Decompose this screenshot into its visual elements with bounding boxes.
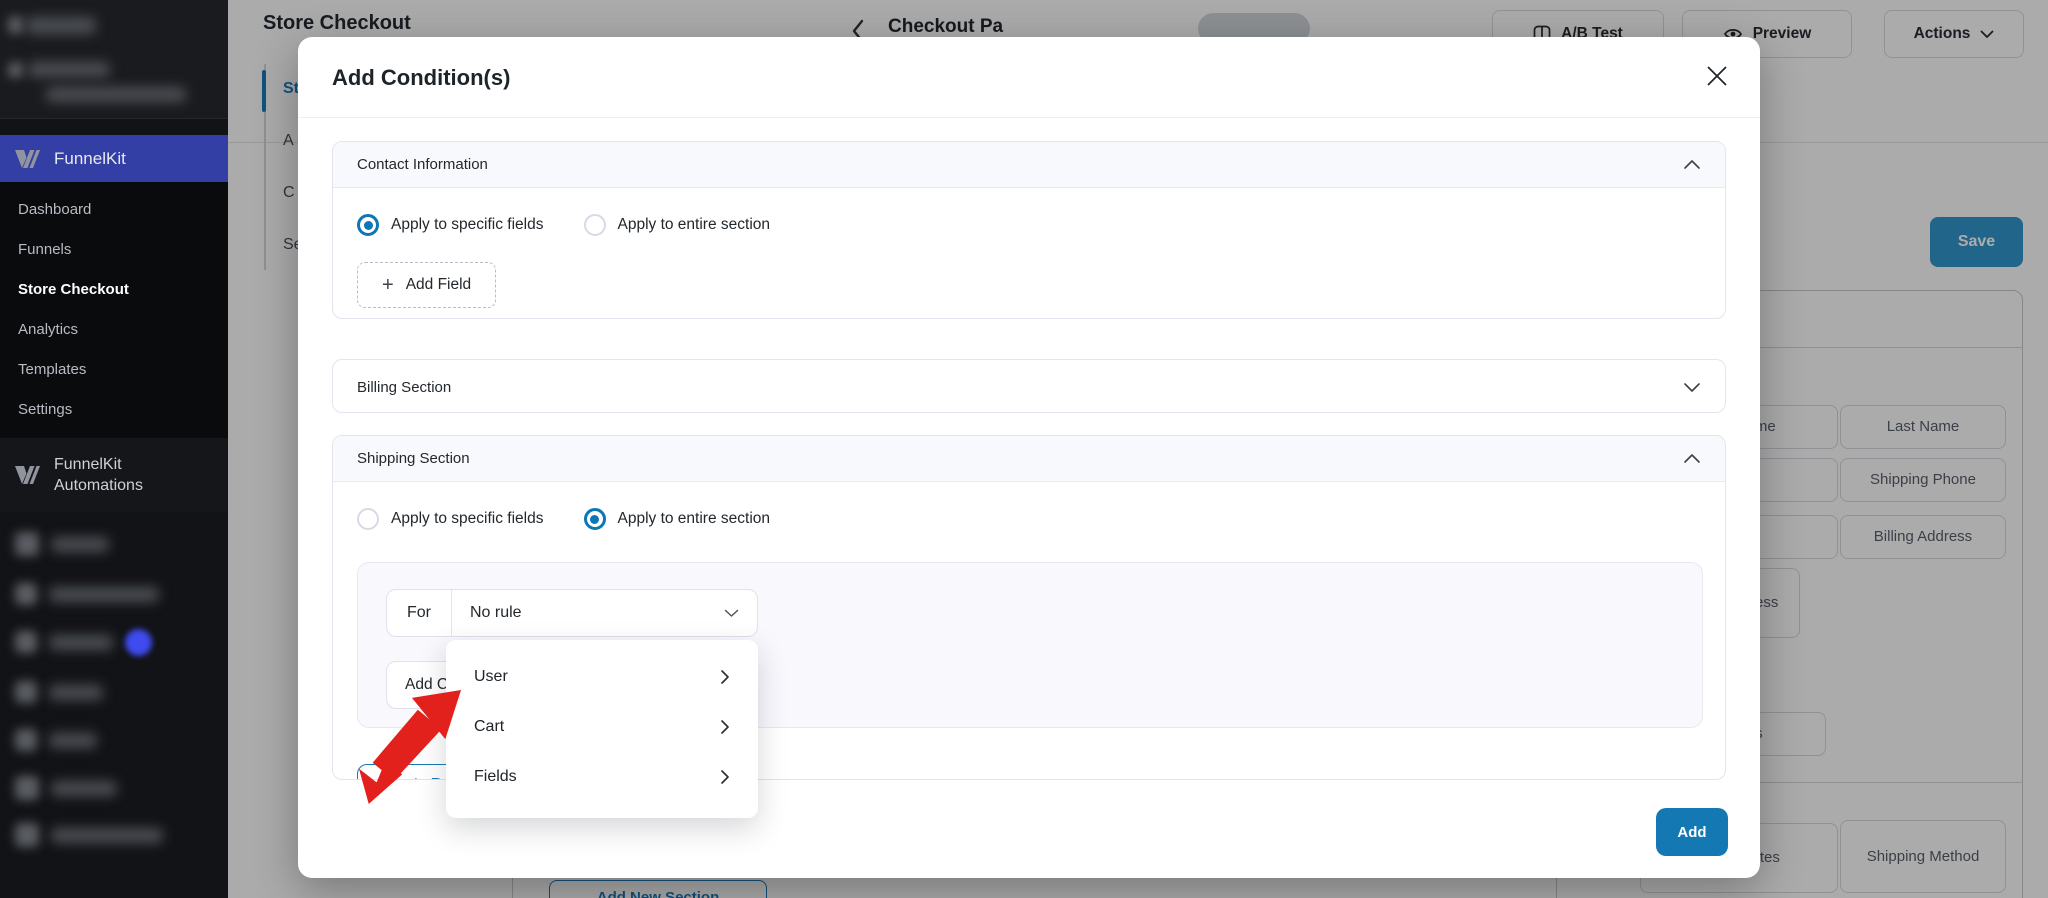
blurred-icon: [8, 62, 23, 78]
menu-item-user[interactable]: User: [446, 652, 758, 702]
rule-select[interactable]: No rule: [452, 604, 757, 622]
section-title: Contact Information: [357, 156, 488, 173]
menu-item-label: User: [474, 668, 508, 685]
blurred-menu-item[interactable]: [0, 768, 228, 808]
chevron-down-icon[interactable]: [1683, 382, 1701, 393]
chevron-right-icon: [720, 719, 730, 735]
funnelkit-logo-icon: [14, 465, 41, 485]
chevron-right-icon: [720, 669, 730, 685]
sidebar-item-funnelkit-automations[interactable]: FunnelKit Automations: [0, 438, 228, 512]
add-conditions-modal: Add Condition(s) Contact Information App…: [298, 37, 1760, 878]
radio-apply-entire-section[interactable]: [583, 214, 606, 236]
section-title: Shipping Section: [357, 450, 470, 467]
add-button[interactable]: Add: [1656, 808, 1728, 856]
sidebar-item-funnelkit[interactable]: FunnelKit: [0, 135, 228, 182]
app-root: Store Checkout Checkout Pa A/B Test Prev…: [0, 0, 2048, 898]
menu-item-cart[interactable]: Cart: [446, 702, 758, 752]
blurred-menu-item[interactable]: [0, 672, 228, 712]
modal-title: Add Condition(s): [332, 65, 511, 90]
rule-dropdown-menu: User Cart Fields: [446, 640, 758, 818]
sidebar-item-analytics[interactable]: Analytics: [0, 310, 228, 350]
radio-label: Apply to specific fields: [391, 216, 544, 233]
blurred-menu-item[interactable]: [0, 524, 228, 564]
plus-icon: +: [382, 273, 394, 296]
section-contact-header[interactable]: Contact Information: [333, 142, 1725, 188]
rule-select-value: No rule: [470, 604, 522, 621]
add-field-button[interactable]: + Add Field: [357, 262, 497, 308]
section-title: Billing Section: [357, 378, 452, 396]
chevron-down-icon: [724, 609, 739, 618]
menu-item-label: Cart: [474, 718, 505, 735]
modal-header-divider: [298, 117, 1760, 118]
chevron-right-icon: [720, 769, 730, 785]
sidebar-top-blurred: [0, 0, 228, 119]
blurred-menu-item[interactable]: [0, 574, 228, 614]
sidebar-item-funnels[interactable]: Funnels: [0, 230, 228, 270]
add-field-label: Add Field: [405, 276, 472, 293]
blurred-icon: [8, 16, 23, 34]
section-billing-header[interactable]: Billing Section: [333, 360, 1725, 412]
radio-apply-specific-fields[interactable]: [357, 508, 379, 530]
chevron-up-icon[interactable]: [1683, 159, 1701, 170]
blurred-menu-item[interactable]: [0, 622, 228, 662]
sidebar-item-settings[interactable]: Settings: [0, 390, 228, 430]
sidebar-item-dashboard[interactable]: Dashboard: [0, 190, 228, 230]
for-label: For: [387, 590, 452, 636]
blurred-menu-item[interactable]: [26, 17, 96, 34]
blurred-menu-item[interactable]: [0, 720, 228, 760]
blurred-menu-item[interactable]: [0, 815, 228, 855]
section-billing: Billing Section: [332, 359, 1726, 413]
radio-label: Apply to specific fields: [391, 510, 544, 527]
sidebar-item-store-checkout[interactable]: Store Checkout: [0, 270, 228, 310]
blurred-menu-item[interactable]: [46, 87, 186, 102]
radio-apply-entire-section[interactable]: [583, 508, 606, 530]
admin-sidebar: FunnelKit Dashboard Funnels Store Checko…: [0, 0, 228, 898]
sidebar-item-templates[interactable]: Templates: [0, 350, 228, 390]
chevron-up-icon[interactable]: [1683, 453, 1701, 464]
notification-badge: [125, 628, 152, 656]
sidebar-item-label: FunnelKit: [54, 148, 126, 168]
sidebar-submenu: Dashboard Funnels Store Checkout Analyti…: [0, 182, 228, 438]
rule-select-group: For No rule: [386, 589, 758, 637]
section-contact-information: Contact Information Apply to specific fi…: [332, 141, 1726, 319]
radio-label: Apply to entire section: [617, 216, 771, 233]
sidebar-item-label: FunnelKit Automations: [54, 456, 143, 494]
radio-apply-specific-fields[interactable]: [357, 214, 379, 236]
close-icon[interactable]: [1702, 61, 1732, 91]
funnelkit-logo-icon: [14, 149, 41, 169]
menu-item-label: Fields: [474, 768, 517, 785]
blurred-menu-item[interactable]: [28, 62, 110, 77]
radio-label: Apply to entire section: [617, 510, 771, 527]
section-shipping-header[interactable]: Shipping Section: [333, 436, 1725, 482]
menu-item-fields[interactable]: Fields: [446, 752, 758, 802]
